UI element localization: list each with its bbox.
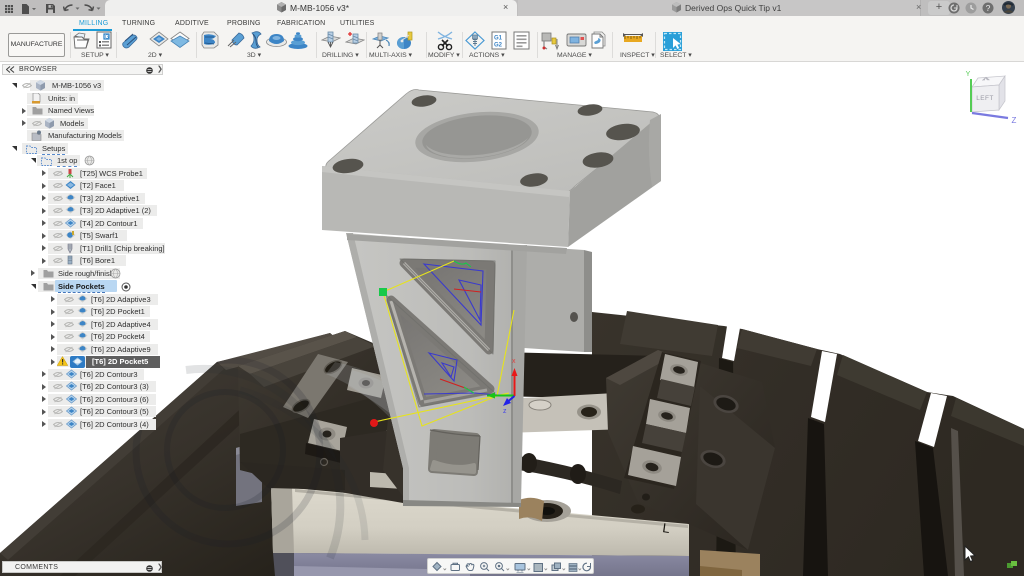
svg-text:Y: Y: [966, 71, 971, 78]
svg-text:Z: Z: [1012, 116, 1017, 125]
svg-text:G: G: [105, 35, 109, 41]
svg-text:?: ?: [986, 3, 991, 13]
svg-text:LEFT: LEFT: [976, 95, 994, 102]
svg-text:z: z: [503, 408, 507, 415]
svg-text:G2: G2: [494, 43, 503, 49]
svg-text:x: x: [512, 358, 516, 365]
svg-text:G1: G1: [494, 36, 503, 42]
